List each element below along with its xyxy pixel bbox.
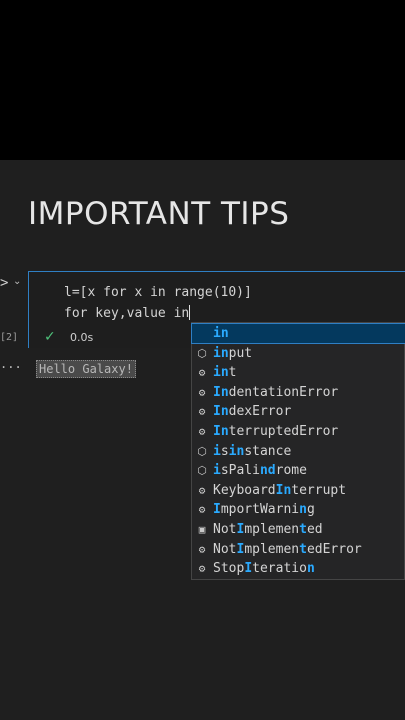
suggestion-item[interactable]: ⚙ StopIteration bbox=[192, 559, 405, 578]
suggestion-label: InterruptedError bbox=[213, 424, 339, 439]
code-line[interactable]: l=[x for x in range(10)] bbox=[64, 285, 252, 300]
suggestion-item[interactable]: ⚙ KeyboardInterrupt bbox=[192, 481, 405, 500]
function-icon: ⬡ bbox=[197, 444, 207, 458]
execution-count: [2] bbox=[0, 332, 19, 343]
code-line[interactable]: for key,value in bbox=[64, 305, 191, 321]
suggestion-label: IndexError bbox=[213, 404, 292, 420]
suggestion-label: isPalindrome bbox=[213, 463, 307, 479]
text-cursor bbox=[189, 305, 191, 320]
suggestion-item[interactable]: ⬡ isPalindrome bbox=[192, 461, 405, 480]
execution-time: 0.0s bbox=[70, 331, 94, 344]
suggestion-item[interactable]: ▣ NotImplemented bbox=[192, 520, 405, 539]
class-icon: ⚙ bbox=[198, 405, 206, 419]
collapse-chevron-icon[interactable]: ⌄ bbox=[13, 276, 21, 287]
suggestion-label: in bbox=[213, 326, 229, 341]
constant-icon: ▣ bbox=[198, 523, 206, 536]
video-top-bar bbox=[0, 0, 405, 160]
output-menu-icon[interactable]: ... bbox=[0, 357, 22, 371]
class-icon: ⚙ bbox=[198, 425, 206, 438]
function-icon: ⬡ bbox=[197, 464, 207, 478]
suggestion-item[interactable]: ⚙ InterruptedError bbox=[192, 422, 405, 441]
suggestion-item[interactable]: ⚙ IndexError bbox=[192, 402, 405, 421]
suggestion-label: int bbox=[213, 365, 237, 381]
suggestion-label: isinstance bbox=[213, 443, 292, 459]
page-title: IMPORTANT TIPS bbox=[28, 196, 290, 232]
class-icon: ⚙ bbox=[198, 503, 206, 517]
check-icon: ✓ bbox=[44, 329, 56, 345]
suggestion-label: IndentationError bbox=[213, 384, 339, 400]
suggestion-item[interactable]: ⚙ ImportWarning bbox=[192, 500, 405, 519]
suggestion-item[interactable]: ⬡ isinstance bbox=[192, 442, 405, 461]
suggestion-item[interactable]: in bbox=[191, 323, 405, 344]
suggestion-label: NotImplemented bbox=[213, 522, 323, 537]
cell-output: Hello Galaxy! bbox=[36, 360, 136, 378]
suggestion-item[interactable]: ⚙ IndentationError bbox=[192, 383, 405, 402]
class-icon: ⚙ bbox=[198, 385, 206, 399]
function-icon: ⬡ bbox=[197, 346, 207, 360]
suggestion-label: ImportWarning bbox=[213, 502, 315, 518]
suggestion-item[interactable]: ⚙ NotImplementedError bbox=[192, 540, 405, 559]
suggestion-item[interactable]: ⚙ int bbox=[192, 363, 405, 382]
suggestion-label: NotImplementedError bbox=[213, 541, 362, 557]
autocomplete-widget[interactable]: in ⬡ input ⚙ int ⚙ IndentationError ⚙ IndexError… bbox=[191, 322, 405, 580]
suggestion-label: StopIteration bbox=[213, 561, 315, 577]
class-icon: ⚙ bbox=[198, 542, 206, 556]
suggestion-label: KeyboardInterrupt bbox=[213, 482, 347, 498]
class-icon: ⚙ bbox=[198, 562, 206, 576]
class-icon: ⚙ bbox=[198, 366, 206, 380]
class-icon: ⚙ bbox=[198, 483, 206, 497]
run-cell-button[interactable]: > bbox=[0, 275, 8, 291]
suggestion-item[interactable]: ⬡ input bbox=[192, 344, 405, 363]
suggestion-label: input bbox=[213, 345, 253, 361]
